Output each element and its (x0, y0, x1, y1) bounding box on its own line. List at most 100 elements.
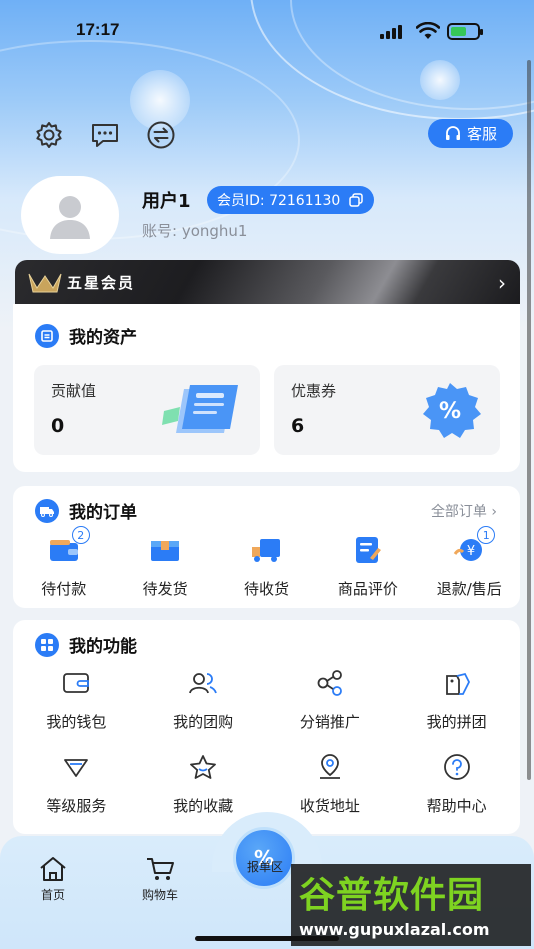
customer-service-button[interactable]: 客服 (428, 119, 513, 148)
battery-icon (447, 23, 483, 40)
asset-contribution[interactable]: 贡献值 0 (34, 365, 260, 455)
tab-label: 首页 (40, 888, 65, 902)
all-orders-label: 全部订单 (430, 504, 487, 520)
function-label: 帮助中心 (426, 797, 487, 815)
chevron-right-icon: › (498, 271, 506, 295)
settings-gear-icon[interactable] (33, 120, 65, 150)
order-label: 待付款 (41, 580, 87, 598)
order-label: 退款/售后 (436, 580, 502, 598)
message-bubble-icon[interactable] (89, 120, 121, 150)
cellular-signal-icon (380, 25, 402, 39)
home-icon (40, 857, 66, 881)
orders-title-text: 我的订单 (69, 503, 137, 523)
cart-icon (147, 858, 174, 880)
order-label: 商品评价 (337, 580, 398, 598)
assets-title: 我的资产 (35, 323, 137, 348)
vip-banner[interactable]: 五星会员 › (15, 260, 520, 304)
watermark-title: 谷普软件园 (299, 875, 485, 916)
tab-label: 报单区 (246, 860, 283, 874)
asset-coupon[interactable]: 优惠券 6 % (274, 365, 500, 455)
crown-icon (28, 273, 62, 293)
order-pending-receipt[interactable]: 待收货 (216, 534, 317, 599)
order-status-row: 2 待付款 待发货 待收货 商品评价 ¥ 1 退款/售后 (13, 526, 520, 599)
function-label: 等级服务 (46, 797, 107, 815)
avatar[interactable] (21, 176, 119, 254)
home-indicator (195, 936, 339, 941)
tab-label: 购物车 (141, 888, 178, 902)
functions-card: 我的功能 我的钱包 我的团购 分销推广 我的拼团 等级服务 我的收藏 收货地址 … (13, 620, 520, 834)
order-label: 待收货 (243, 580, 289, 598)
function-group-buy[interactable]: 我的团购 (140, 668, 267, 732)
review-document-icon (352, 534, 384, 566)
assets-title-text: 我的资产 (69, 328, 137, 348)
function-label: 我的团购 (173, 713, 234, 731)
member-id-badge: 会员ID: 72161130 (207, 186, 375, 214)
function-favorites[interactable]: 我的收藏 (140, 752, 267, 816)
scrollbar[interactable] (527, 60, 531, 780)
all-orders-link[interactable]: 全部订单 › (431, 501, 497, 521)
assets-card: 我的资产 贡献值 0 优惠券 6 % (13, 304, 520, 472)
function-group-order[interactable]: 我的拼团 (393, 668, 520, 732)
functions-grid: 我的钱包 我的团购 分销推广 我的拼团 等级服务 我的收藏 收货地址 帮助中心 (13, 668, 520, 816)
refund-coin-icon: ¥ 1 (453, 526, 496, 566)
order-refund[interactable]: ¥ 1 退款/售后 (419, 526, 520, 599)
order-review[interactable]: 商品评价 (317, 534, 418, 599)
location-icon (315, 752, 345, 782)
profile-section: 用户1 会员ID: 72161130 账号: yonghu1 (0, 172, 534, 262)
function-label: 我的拼团 (426, 713, 487, 731)
customer-service-label: 客服 (466, 125, 497, 143)
asset-value: 0 (51, 415, 65, 437)
function-help[interactable]: 帮助中心 (393, 752, 520, 816)
badge-count: 2 (71, 526, 90, 544)
assets-icon (35, 323, 59, 348)
function-wallet[interactable]: 我的钱包 (13, 668, 140, 732)
star-icon (188, 752, 218, 782)
member-id-text: 会员ID: 72161130 (217, 193, 341, 209)
svg-text:%: % (439, 399, 461, 424)
order-pending-payment[interactable]: 2 待付款 (13, 526, 114, 599)
status-bar: 17:17 (0, 0, 534, 60)
delivery-truck-icon (250, 534, 282, 566)
order-label: 待发货 (142, 580, 188, 598)
vip-level-label: 五星会员 (67, 274, 136, 292)
default-user-icon (50, 196, 90, 239)
account-name: 账号: yonghu1 (142, 222, 248, 240)
username: 用户1 (142, 191, 191, 212)
tab-cart[interactable]: 购物车 (120, 856, 200, 903)
copy-icon[interactable] (348, 192, 364, 208)
function-label: 我的收藏 (173, 797, 234, 815)
coupon-percent-icon: % (423, 383, 481, 438)
function-level-service[interactable]: 等级服务 (13, 752, 140, 816)
package-box-icon (149, 534, 181, 566)
function-label: 我的钱包 (46, 713, 107, 731)
truck-icon (35, 498, 59, 523)
orders-card: 我的订单 全部订单 › 2 待付款 待发货 待收货 商品评价 ¥ 1 退款/售后 (13, 486, 520, 608)
badge-count: 1 (477, 526, 496, 544)
wallet-icon (61, 668, 91, 698)
switch-arrows-icon[interactable] (145, 120, 177, 150)
help-icon (442, 752, 472, 782)
asset-value: 6 (291, 415, 305, 437)
functions-title: 我的功能 (35, 632, 137, 657)
level-icon (61, 752, 91, 782)
svg-text:¥: ¥ (467, 544, 475, 559)
orders-title: 我的订单 (35, 498, 137, 523)
group-tag-icon (442, 668, 472, 698)
order-pending-shipment[interactable]: 待发货 (114, 534, 215, 599)
function-address[interactable]: 收货地址 (267, 752, 394, 816)
functions-title-text: 我的功能 (69, 637, 137, 657)
tab-home[interactable]: 首页 (13, 856, 93, 903)
asset-name: 优惠券 (291, 382, 337, 400)
site-watermark: 谷普软件园 www.gupuxlazal.com (291, 864, 531, 946)
grid-icon (35, 632, 59, 657)
document-illustration-icon (162, 385, 238, 433)
wallet-card-icon: 2 (48, 526, 90, 566)
wifi-icon (416, 22, 440, 39)
share-icon (315, 668, 345, 698)
status-time: 17:17 (76, 20, 120, 39)
asset-name: 贡献值 (51, 382, 97, 400)
group-buy-icon (188, 668, 218, 698)
function-distribution[interactable]: 分销推广 (267, 668, 394, 732)
function-label: 分销推广 (299, 713, 360, 731)
function-label: 收货地址 (299, 797, 360, 815)
